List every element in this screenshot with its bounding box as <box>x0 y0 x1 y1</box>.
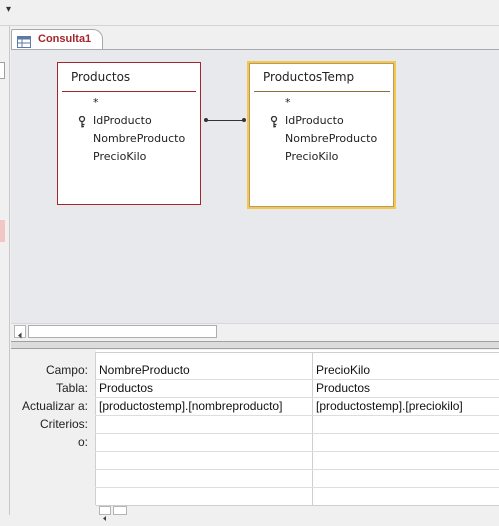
key-icon <box>270 113 278 128</box>
grid-cell-actualizar[interactable]: [productostemp].[nombreproducto] <box>99 398 309 414</box>
navigation-pane-collapsed[interactable] <box>0 26 10 515</box>
row-label-actualizar: Actualizar a: <box>21 399 88 413</box>
grid-scrollbar[interactable] <box>96 505 499 515</box>
join-endpoint <box>204 118 208 122</box>
table-title-separator <box>254 91 390 92</box>
quick-access-toolbar <box>0 0 499 26</box>
grid-cell-actualizar[interactable]: [productostemp].[preciokilo] <box>316 398 499 414</box>
field-all[interactable]: * <box>285 96 291 109</box>
join-line[interactable] <box>205 120 245 121</box>
grid-row-divider <box>95 451 499 452</box>
row-label-campo: Campo: <box>45 363 88 377</box>
row-label-o: o: <box>77 435 88 449</box>
nav-pane-marker <box>0 220 5 242</box>
nav-pane-handle[interactable] <box>0 62 5 79</box>
field-nombreproducto[interactable]: NombreProducto <box>93 132 185 145</box>
scrollbar-thumb[interactable] <box>113 506 127 515</box>
grid-cell-criterios[interactable] <box>99 416 309 432</box>
grid-cell-campo[interactable]: NombreProducto <box>99 362 309 378</box>
grid-cell-o[interactable] <box>99 434 309 450</box>
grid-row-divider <box>95 352 499 353</box>
grid-cell-tabla[interactable]: Productos <box>316 380 499 396</box>
grid-row-divider <box>95 487 499 488</box>
grid-row-divider <box>95 469 499 470</box>
field-preciokilo[interactable]: PrecioKilo <box>93 150 146 163</box>
join-endpoint <box>242 118 246 122</box>
query-icon <box>17 33 31 48</box>
field-idproducto[interactable]: IdProducto <box>285 114 344 127</box>
row-label-criterios: Criterios: <box>39 417 88 431</box>
grid-column-divider <box>95 352 96 505</box>
field-all[interactable]: * <box>93 96 99 109</box>
field-nombreproducto[interactable]: NombreProducto <box>285 132 377 145</box>
scroll-left-button[interactable] <box>14 325 26 339</box>
table-title[interactable]: Productos <box>71 70 130 84</box>
grid-cell-criterios[interactable] <box>316 416 499 432</box>
scroll-left-button[interactable] <box>99 506 111 521</box>
field-preciokilo[interactable]: PrecioKilo <box>285 150 338 163</box>
table-title-separator <box>62 91 196 92</box>
customize-toolbar-icon[interactable]: ▾ <box>6 5 11 15</box>
grid-cell-campo[interactable]: PrecioKilo <box>316 362 499 378</box>
field-idproducto[interactable]: IdProducto <box>93 114 152 127</box>
table-title[interactable]: ProductosTemp <box>263 70 354 84</box>
grid-cell-tabla[interactable]: Productos <box>99 380 309 396</box>
tab-label: Consulta1 <box>38 33 92 45</box>
grid-cell-o[interactable] <box>316 434 499 450</box>
key-icon <box>78 113 86 128</box>
scrollbar-thumb[interactable] <box>28 325 217 338</box>
pane-splitter[interactable] <box>11 341 499 349</box>
grid-column-divider[interactable] <box>312 352 313 505</box>
row-label-tabla: Tabla: <box>55 381 88 395</box>
